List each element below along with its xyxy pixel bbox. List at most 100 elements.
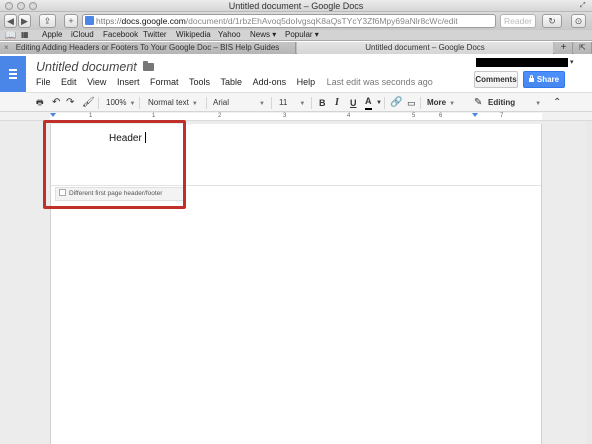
ruler-number: 1 (152, 113, 156, 119)
comment-icon[interactable]: ▭ (407, 96, 416, 110)
ruler-number: 2 (218, 113, 222, 119)
reading-list-icon[interactable]: 📖 (5, 30, 16, 40)
ruler-number: 4 (347, 113, 351, 119)
plus-icon: + (68, 16, 74, 26)
editing-mode-value: Editing (488, 98, 516, 107)
address-bar[interactable]: https://docs.google.com/document/d/1rbzE… (82, 14, 496, 28)
paint-format-icon[interactable]: 🖌 (82, 96, 95, 110)
reader-button[interactable]: Reader (500, 14, 536, 28)
account-caret-icon[interactable]: ▾ (570, 58, 574, 66)
tab-bar: × Editing Adding Headers or Footers To Y… (0, 42, 592, 54)
undo-icon[interactable]: ↶ (52, 96, 60, 110)
collapse-menus-icon[interactable]: ⌃ (553, 96, 561, 110)
tab-google-docs[interactable]: Untitled document – Google Docs (297, 42, 553, 54)
menu-insert[interactable]: Insert (117, 77, 140, 87)
menu-format[interactable]: Format (150, 77, 179, 87)
plus-icon: + (560, 42, 567, 53)
chevron-down-icon[interactable]: ▼ (376, 96, 382, 110)
chevron-down-icon: ▼ (129, 101, 136, 107)
document-title[interactable]: Untitled document (36, 60, 137, 74)
tab-close-icon[interactable]: × (4, 42, 9, 54)
bookmark-yahoo[interactable]: Yahoo (218, 30, 241, 40)
refresh-button[interactable]: ↻ (542, 14, 562, 28)
right-indent-marker[interactable] (472, 113, 478, 117)
menu-help[interactable]: Help (297, 77, 316, 87)
zoom-select[interactable]: 100% ▼ (106, 96, 135, 110)
formatting-toolbar: 🖶 ↶ ↷ 🖌 100% ▼ Normal text ▼ Arial ▼ 11 ▼ B … (26, 92, 592, 112)
tab-bis-help-guide[interactable]: × Editing Adding Headers or Footers To Y… (0, 42, 296, 54)
download-icon: ⊙ (574, 16, 583, 26)
bookmark-popular[interactable]: Popular ▾ (285, 30, 319, 40)
share-button-label: Share (536, 75, 560, 84)
left-indent-marker[interactable] (50, 113, 56, 117)
url-domain: docs.google.com (121, 16, 186, 26)
account-name-redacted[interactable] (476, 58, 568, 67)
chevron-down-icon: ▼ (299, 101, 306, 107)
ruler-number: 5 (412, 113, 416, 119)
bookmark-facebook[interactable]: Facebook (103, 30, 138, 40)
window-titlebar: Untitled document – Google Docs ⤢ (0, 0, 592, 12)
star-icon[interactable]: ☆ (127, 59, 139, 75)
bookmark-twitter[interactable]: Twitter (143, 30, 167, 40)
menu-view[interactable]: View (87, 77, 106, 87)
comments-button[interactable]: Comments (474, 71, 518, 88)
docs-home-logo[interactable] (0, 56, 26, 92)
menu-edit[interactable]: Edit (61, 77, 77, 87)
tab-label: Editing Adding Headers or Footers To You… (15, 43, 280, 52)
url-path: /document/d/1rbzEhAvoq5doIvgsqK8aQsTYcY3… (185, 16, 458, 26)
font-size-value: 11 (279, 98, 288, 107)
editing-mode-select[interactable]: Editing ▼ (488, 96, 546, 110)
bookmark-icloud[interactable]: iCloud (71, 30, 94, 40)
refresh-icon: ↻ (548, 16, 556, 26)
chevron-down-icon: ▼ (449, 101, 456, 107)
chevron-down-icon: ▼ (191, 101, 198, 107)
new-tab-button[interactable]: + (64, 14, 78, 28)
docs-favicon-icon (85, 16, 94, 25)
share-button[interactable]: Share (523, 71, 565, 88)
paragraph-style-select[interactable]: Normal text ▼ (148, 96, 198, 110)
top-sites-icon[interactable]: ▦ (21, 30, 29, 40)
browser-toolbar: ◀ ▶ ⇪ + https://docs.google.com/document… (0, 12, 592, 30)
zoom-value: 100% (106, 98, 127, 107)
ruler-number: 3 (283, 113, 287, 119)
ruler-number: 7 (500, 113, 504, 119)
redo-icon[interactable]: ↷ (66, 96, 74, 110)
font-value: Arial (213, 98, 230, 107)
scrollbar[interactable] (586, 121, 592, 444)
paragraph-style-value: Normal text (148, 98, 189, 107)
menu-tools[interactable]: Tools (189, 77, 210, 87)
underline-button[interactable]: U (350, 96, 357, 110)
text-color-button[interactable]: A (365, 96, 372, 110)
share-arrow-icon: ⇪ (43, 16, 52, 26)
menu-file[interactable]: File (36, 77, 51, 87)
menu-addons[interactable]: Add-ons (253, 77, 287, 87)
share-page-button[interactable]: ⇪ (39, 14, 56, 28)
font-select[interactable]: Arial ▼ (213, 96, 265, 110)
chevron-down-icon: ▼ (535, 101, 542, 107)
tab-label: Untitled document – Google Docs (365, 43, 485, 52)
bold-button[interactable]: B (319, 96, 326, 110)
more-label: More (427, 98, 447, 107)
forward-button[interactable]: ▶ (18, 14, 31, 28)
downloads-button[interactable]: ⊙ (571, 14, 586, 28)
chevron-down-icon: ▼ (259, 101, 265, 107)
menu-table[interactable]: Table (221, 77, 243, 87)
more-button[interactable]: More ▼ (427, 96, 455, 110)
tab-overview-button[interactable]: ⇱ (574, 42, 592, 54)
window-title: Untitled document – Google Docs (228, 1, 364, 11)
bookmark-apple[interactable]: Apple (42, 30, 62, 40)
link-icon[interactable]: 🔗 (390, 96, 402, 110)
bookmarks-bar: 📖 ▦ Apple iCloud Facebook Twitter Wikipe… (0, 30, 592, 41)
last-edit-status[interactable]: Last edit was seconds ago (327, 77, 433, 87)
italic-button[interactable]: I (335, 96, 339, 110)
folder-icon[interactable] (143, 61, 154, 71)
print-icon[interactable]: 🖶 (36, 96, 44, 110)
annotation-highlight-box (43, 120, 186, 209)
back-button[interactable]: ◀ (4, 14, 17, 28)
bookmark-wikipedia[interactable]: Wikipedia (176, 30, 211, 40)
add-tab-button[interactable]: + (555, 42, 573, 54)
bookmark-news[interactable]: News ▾ (250, 30, 276, 40)
ruler-number: 6 (439, 113, 443, 119)
font-size-select[interactable]: 11 ▼ (279, 96, 305, 110)
fullscreen-icon[interactable]: ⤢ (580, 2, 588, 10)
